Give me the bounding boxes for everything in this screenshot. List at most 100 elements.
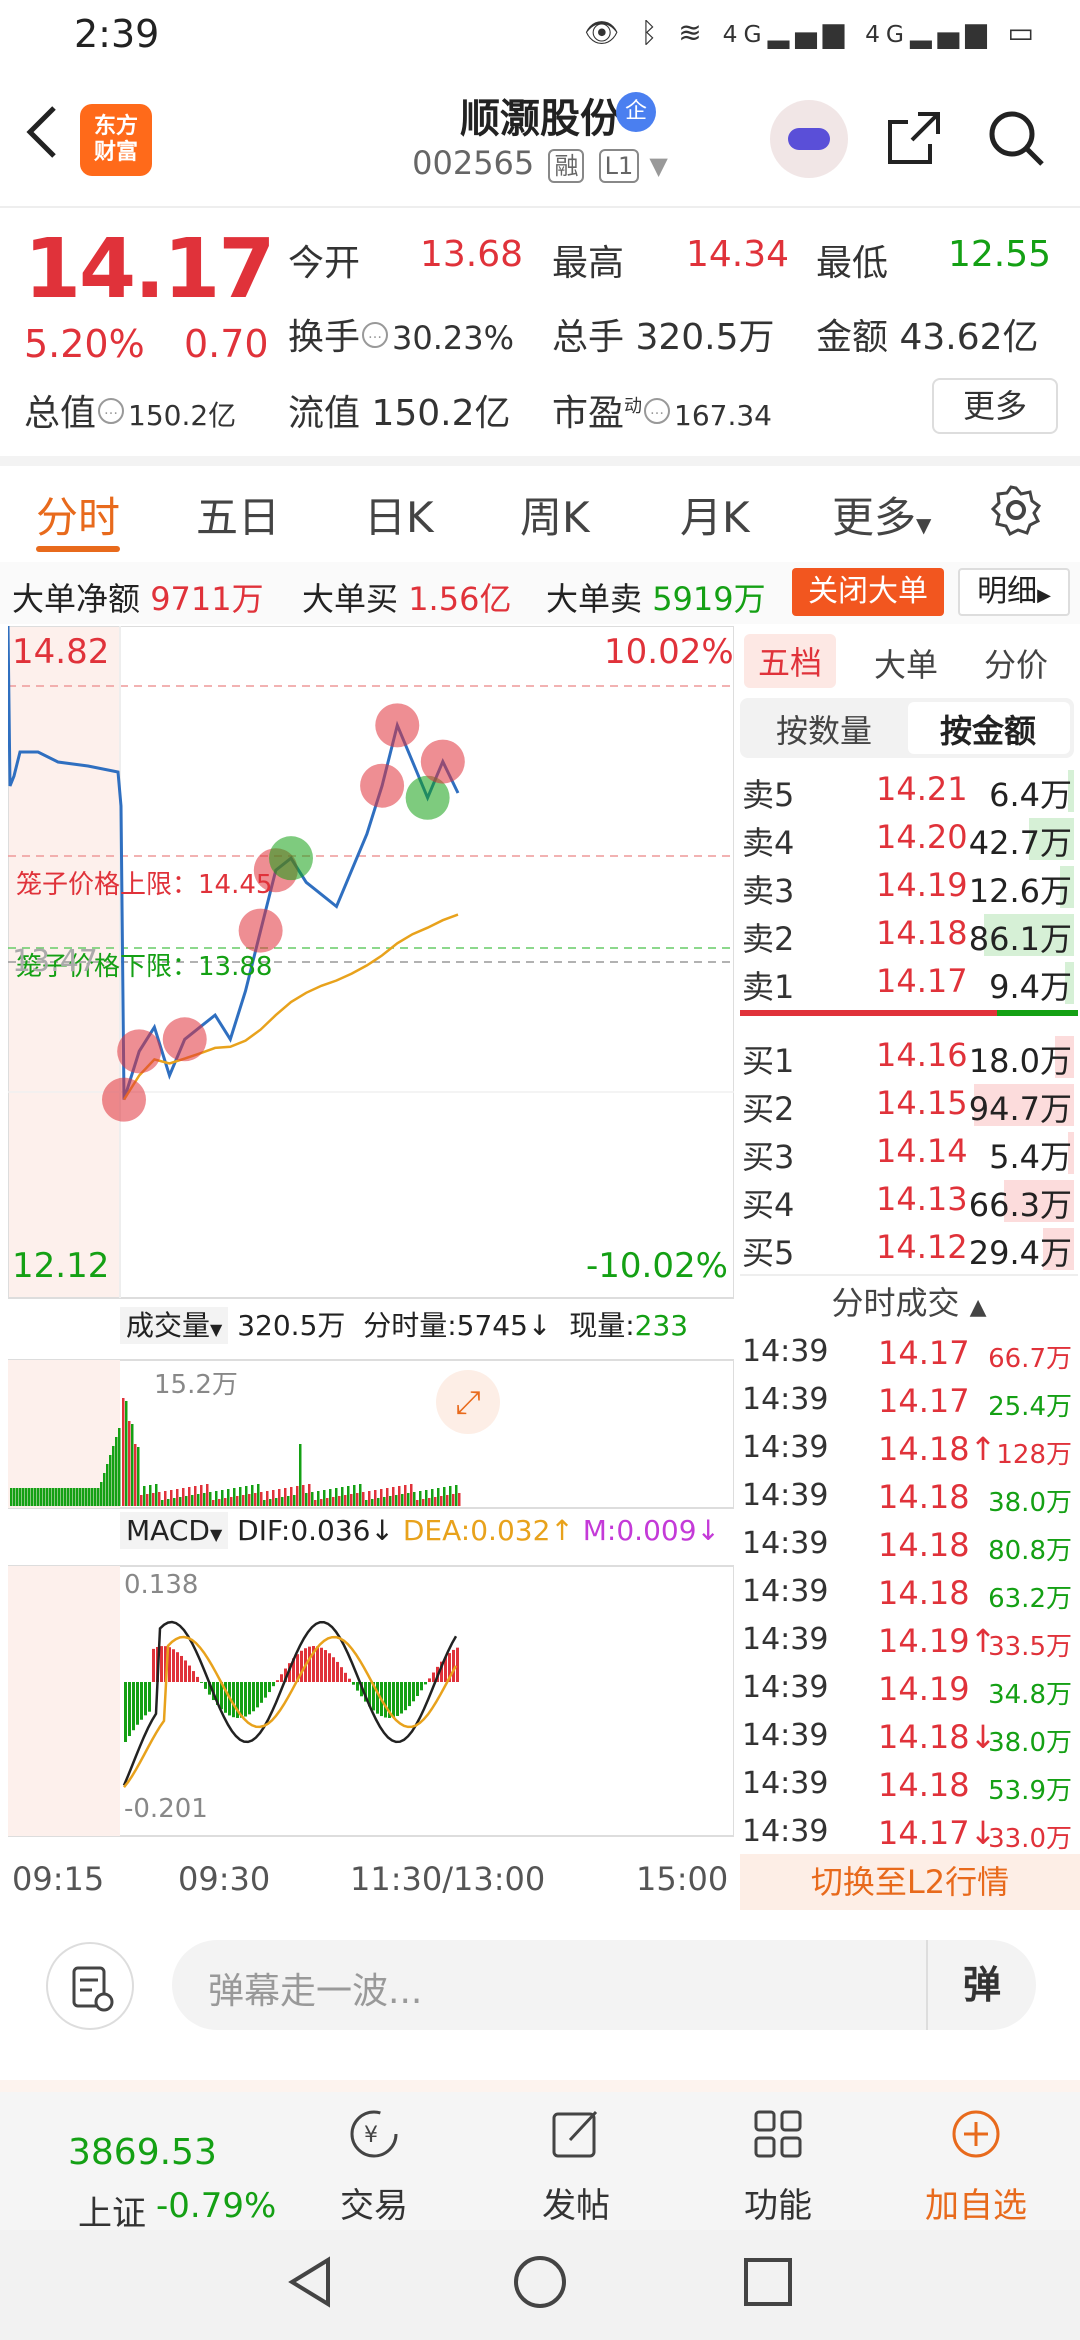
low-value: 12.55 <box>948 234 1052 275</box>
volume-bar <box>437 1488 440 1506</box>
volume-bar <box>455 1485 458 1506</box>
macd-header: MACD▼ DIF:0.036↓ DEA:0.032↑ M:0.009↓ <box>120 1512 720 1549</box>
volume-bar <box>329 1489 332 1506</box>
big-order-net-label: 大单净额 <box>12 580 141 618</box>
tick-volume: 34.8万 <box>988 1680 1072 1710</box>
volume-bar <box>115 1437 118 1506</box>
nav-post[interactable]: 发帖 <box>476 2106 676 2227</box>
volume-bar <box>185 1496 188 1506</box>
macd-bar <box>204 1682 207 1689</box>
tab-daily-k[interactable]: 日K <box>364 484 434 545</box>
bid-row[interactable]: 买4 14.13 66.3万 <box>740 1176 1078 1224</box>
bid-level-label: 买4 <box>742 1186 795 1224</box>
danmaku-input[interactable]: 弹幕走一波... 弹 <box>172 1940 1036 2030</box>
volume-bar <box>227 1489 230 1506</box>
index-value[interactable]: 3869.53 <box>68 2132 217 2173</box>
tick-time: 14:39 <box>742 1478 829 1513</box>
share-icon[interactable] <box>884 108 944 168</box>
big-order-marker[interactable] <box>375 703 420 748</box>
volume-bar <box>170 1490 173 1506</box>
chevron-down-icon: ▼ <box>916 513 932 537</box>
volume-bar <box>308 1484 311 1506</box>
segment-by-quantity[interactable]: 按数量 <box>776 706 872 752</box>
dropdown-icon[interactable]: ▼ <box>649 152 667 180</box>
ask-row[interactable]: 卖5 14.21 6.4万 <box>740 766 1078 814</box>
big-order-marker[interactable] <box>360 763 405 808</box>
macd-bar <box>384 1682 387 1718</box>
ask-row[interactable]: 卖2 14.18 86.1万 <box>740 910 1078 958</box>
tick-volume: 63.2万 <box>988 1584 1072 1614</box>
volume-bar <box>197 1494 200 1506</box>
close-big-order-button[interactable]: 关闭大单 <box>792 568 944 616</box>
macd-bar <box>456 1647 459 1682</box>
search-icon[interactable] <box>984 106 1048 170</box>
big-order-marker[interactable] <box>117 1029 162 1074</box>
expand-icon[interactable]: ⤢ <box>436 1370 500 1434</box>
tab-monthly-k[interactable]: 月K <box>680 484 750 545</box>
info-icon[interactable]: … <box>362 322 389 348</box>
switch-l2-button[interactable]: 切换至L2行情 <box>740 1854 1080 1910</box>
tab-price-dist[interactable]: 分价 <box>984 640 1048 686</box>
segment-by-amount[interactable]: 按金额 <box>940 706 1036 752</box>
stock-name-text: 顺灏股份 <box>460 96 620 142</box>
volume-bar <box>212 1500 215 1506</box>
ticks-title[interactable]: 分时成交 ▲ <box>740 1278 1078 1324</box>
big-order-marker[interactable] <box>269 836 313 881</box>
intraday-chart[interactable]: 14.82 10.02% 笼子价格上限：14.45 笼子价格下限：13.88 1… <box>8 626 734 1856</box>
bid-price: 14.15 <box>876 1084 968 1122</box>
info-icon[interactable]: … <box>98 398 125 424</box>
gear-icon[interactable] <box>990 484 1042 536</box>
tick-time: 14:39 <box>742 1382 829 1417</box>
macd-bar <box>256 1682 259 1708</box>
macd-selector[interactable]: MACD▼ <box>120 1512 229 1549</box>
sys-home-icon[interactable] <box>510 2252 570 2312</box>
macd-bar <box>252 1682 255 1712</box>
tick-row: 14:39 14.18↑ 128万 <box>740 1426 1078 1474</box>
big-order-sell: 大单卖 5919万 <box>546 574 766 620</box>
tab-big-orders[interactable]: 大单 <box>874 640 938 686</box>
nav-add-watchlist[interactable]: 加自选 <box>876 2106 1076 2227</box>
volume-bar <box>236 1496 239 1506</box>
macd-premarket-shade <box>8 1566 120 1836</box>
detail-button-label: 明细 <box>977 574 1038 609</box>
volume-bar <box>25 1488 28 1506</box>
tick-row: 14:39 14.17↓ 33.0万 <box>740 1810 1078 1858</box>
assistant-avatar[interactable] <box>770 100 848 178</box>
pe-row: 市盈动… 167.34 <box>552 384 772 436</box>
info-icon[interactable]: … <box>644 398 671 424</box>
danmaku-toggle-button[interactable]: 弹 <box>926 1940 1036 2030</box>
big-order-marker[interactable] <box>102 1077 146 1122</box>
tab-weekly-k[interactable]: 周K <box>520 484 590 545</box>
big-order-marker[interactable] <box>420 739 465 784</box>
volume-selector[interactable]: 成交量▼ <box>120 1307 229 1344</box>
more-button[interactable]: 更多 <box>932 378 1058 434</box>
nav-functions[interactable]: 功能 <box>678 2106 878 2227</box>
macd-bar <box>272 1682 275 1687</box>
volume-bar <box>176 1489 179 1506</box>
detail-button[interactable]: 明细▶ <box>958 568 1070 616</box>
macd-bottom: -0.201 <box>124 1794 208 1824</box>
sys-recents-icon[interactable] <box>738 2252 798 2312</box>
ask-row[interactable]: 卖3 14.19 12.6万 <box>740 862 1078 910</box>
volume-bar <box>458 1493 461 1506</box>
volume-bar <box>245 1486 248 1506</box>
bid-row[interactable]: 买3 14.14 5.4万 <box>740 1128 1078 1176</box>
bid-price: 14.12 <box>876 1228 968 1266</box>
sys-back-icon[interactable] <box>282 2252 342 2312</box>
macd-dif: DIF:0.036 <box>237 1514 371 1547</box>
macd-bar <box>420 1682 423 1691</box>
ask-row[interactable]: 卖4 14.20 42.7万 <box>740 814 1078 862</box>
tab-five-levels[interactable]: 五档 <box>744 634 837 688</box>
bid-row[interactable]: 买5 14.12 29.4万 <box>740 1224 1078 1272</box>
bid-row[interactable]: 买2 14.15 94.7万 <box>740 1080 1078 1128</box>
ask-row[interactable]: 卖1 14.17 9.4万 <box>740 958 1078 1006</box>
danmaku-settings-icon[interactable] <box>46 1942 134 2030</box>
tab-more[interactable]: 更多▼ <box>832 484 931 545</box>
nav-trade[interactable]: ¥ 交易 <box>274 2106 474 2227</box>
tab-five-day[interactable]: 五日 <box>196 484 280 545</box>
bid-row[interactable]: 买1 14.16 18.0万 <box>740 1032 1078 1080</box>
big-order-marker[interactable] <box>162 1017 207 1062</box>
macd-bar <box>124 1682 127 1742</box>
macd-bar <box>276 1680 279 1682</box>
tab-intraday[interactable]: 分时 <box>36 484 120 545</box>
